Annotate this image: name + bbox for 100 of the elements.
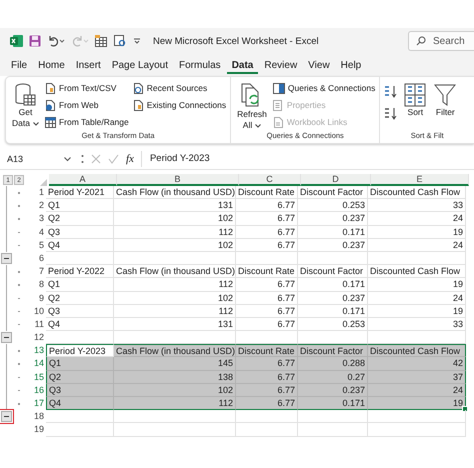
row-number[interactable]: 9: [28, 292, 46, 305]
table-cell: Q4: [46, 397, 114, 410]
search-field[interactable]: Search: [408, 31, 474, 51]
table-cell: 0.27: [298, 370, 368, 384]
table-cell: Period Y-2022: [46, 265, 114, 278]
column-header[interactable]: B: [117, 174, 239, 186]
table-cell: 19: [368, 304, 466, 318]
table-cell: 6.77: [236, 370, 298, 384]
table-cell: 131: [114, 199, 236, 212]
sort-descending-icon[interactable]: [384, 107, 398, 121]
table-cell: Cash Flow (in thousand USD): [114, 344, 236, 358]
ribbon-tab[interactable]: Insert: [70, 58, 106, 74]
table-cell: 37: [368, 370, 466, 384]
ribbon-tab[interactable]: Page Layout: [106, 58, 173, 74]
table-cell: [46, 410, 114, 424]
table-cell: Period Y-2023: [46, 344, 114, 358]
collapse-button[interactable]: [1, 252, 12, 264]
ribbon-button[interactable]: Get Data: [10, 79, 41, 131]
database-icon: [14, 83, 36, 107]
ribbon-button[interactable]: From Web: [44, 98, 129, 112]
ribbon-button[interactable]: Existing Connections: [132, 98, 226, 112]
row-number[interactable]: 2: [28, 199, 46, 212]
table-cell: 6.77: [236, 397, 298, 410]
row-number[interactable]: 12: [28, 331, 46, 344]
row-number[interactable]: 14: [28, 357, 46, 371]
column-header[interactable]: D: [301, 174, 371, 186]
table-cell: 33: [368, 199, 466, 212]
caret-icon: [64, 156, 71, 162]
table-cell: 0.288: [298, 357, 368, 371]
table-cell: 0.253: [298, 199, 368, 212]
ribbon-tab[interactable]: Formulas: [174, 58, 226, 74]
table-cell: [46, 423, 114, 437]
table-cell: [298, 423, 368, 437]
collapse-button[interactable]: [1, 332, 12, 344]
table-cell: 131: [114, 318, 236, 332]
row-number[interactable]: 4: [28, 226, 46, 239]
table-cell: Q2: [46, 292, 114, 305]
row-number[interactable]: 3: [28, 212, 46, 226]
table-cell: Q1: [46, 357, 114, 371]
panel-icon: [272, 82, 285, 94]
row-number[interactable]: 13: [28, 344, 46, 358]
excel-logo-icon[interactable]: [10, 35, 23, 47]
ribbon-tab[interactable]: Help: [336, 58, 366, 74]
table-cell: 6.77: [236, 384, 298, 397]
column-header[interactable]: C: [239, 174, 301, 186]
table-cell: Q3: [46, 384, 114, 397]
sort-ascending-icon[interactable]: [384, 85, 398, 99]
table-icon[interactable]: [95, 35, 108, 47]
row-number[interactable]: 17: [28, 397, 46, 410]
ribbon-tab[interactable]: Data: [226, 58, 258, 74]
table-cell: Discount Rate: [236, 265, 298, 278]
formula-input[interactable]: Period Y-2023: [140, 151, 474, 167]
ribbon-tab[interactable]: File: [6, 58, 32, 74]
row-number[interactable]: 8: [28, 278, 46, 292]
row-number[interactable]: 11: [28, 318, 46, 332]
row-number[interactable]: 7: [28, 265, 46, 278]
row-number[interactable]: 15: [28, 370, 46, 384]
column-header[interactable]: A: [49, 174, 117, 186]
preview-icon[interactable]: [114, 35, 127, 47]
ribbon-button[interactable]: Queries & Connections: [272, 81, 376, 95]
search-icon: [416, 36, 426, 46]
column-header[interactable]: E: [371, 174, 469, 186]
table-cell: 6.77: [236, 212, 298, 226]
ribbon-button[interactable]: From Table/Range: [44, 115, 129, 129]
row-number[interactable]: 6: [28, 252, 46, 266]
link-document-icon: [272, 116, 284, 128]
row-number[interactable]: 10: [28, 304, 46, 318]
row-number[interactable]: 5: [28, 238, 46, 252]
table-cell: Q1: [46, 278, 114, 292]
table-cell: [298, 410, 368, 424]
list-icon: [272, 100, 284, 110]
row-number[interactable]: 16: [28, 384, 46, 397]
table-cell: Period Y-2021: [46, 186, 114, 200]
insert-function-button[interactable]: fx: [126, 153, 134, 165]
row-number[interactable]: 18: [28, 410, 46, 424]
ribbon-button[interactable]: Recent Sources: [132, 81, 226, 95]
ribbon-tab[interactable]: View: [303, 58, 335, 74]
more-icon[interactable]: [81, 154, 84, 164]
row-number[interactable]: 19: [28, 423, 46, 437]
save-icon[interactable]: [29, 35, 41, 47]
table-cell: [236, 423, 298, 437]
document-icon: [132, 100, 144, 110]
table-cell: [236, 252, 298, 266]
ribbon-button[interactable]: From Text/CSV: [44, 81, 129, 95]
row-number[interactable]: 1: [28, 186, 46, 200]
customize-dropdown-icon[interactable]: [133, 37, 141, 45]
table-cell: Discount Factor: [298, 186, 368, 200]
table-cell: 42: [368, 357, 466, 371]
ribbon-tab[interactable]: Home: [33, 58, 70, 74]
ribbon-button[interactable]: Filter: [432, 79, 458, 131]
collapse-button[interactable]: [1, 411, 12, 422]
check-icon[interactable]: [108, 154, 119, 164]
ribbon-button[interactable]: Sort: [402, 79, 428, 131]
table-cell: 19: [368, 397, 466, 410]
table-cell: 102: [114, 212, 236, 226]
table-cell: 0.253: [298, 318, 368, 332]
undo-icon[interactable]: [47, 35, 65, 47]
ribbon-button[interactable]: Refresh All: [235, 79, 269, 131]
name-box[interactable]: A13: [4, 151, 74, 167]
ribbon-tab[interactable]: Review: [259, 58, 302, 74]
